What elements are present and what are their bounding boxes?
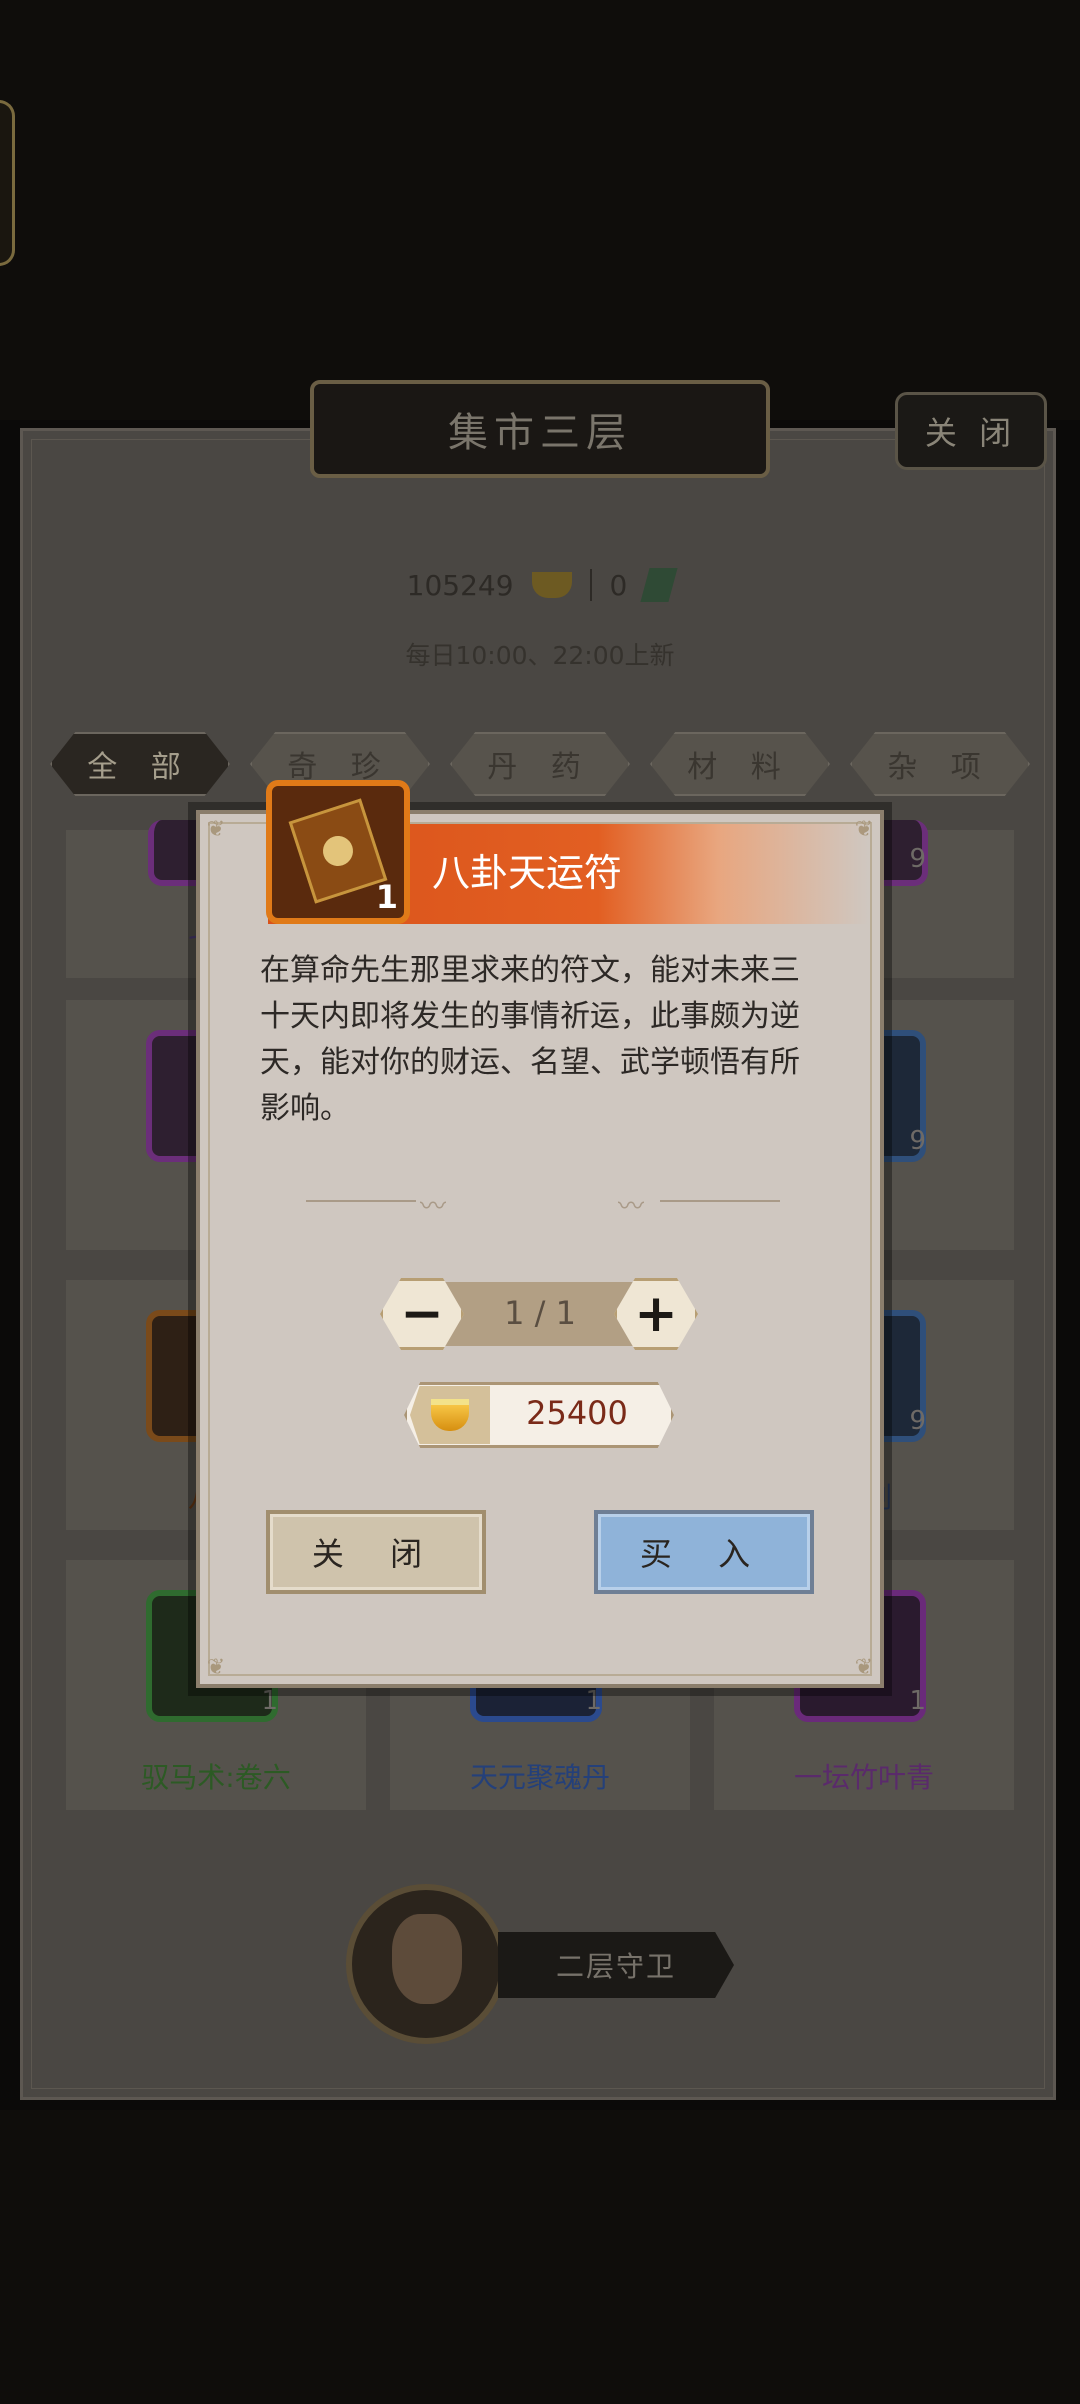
item-count: 9 (909, 844, 926, 874)
market-title: 集市三层 (448, 410, 632, 456)
side-ornament (0, 100, 15, 266)
background-top (0, 0, 1080, 420)
item-count: 1 (585, 1686, 602, 1716)
item-title: 八卦天运符 (432, 851, 623, 895)
refresh-note: 每日10:00、22:00上新 (405, 641, 675, 670)
divider-curl-left: 〰 (420, 1192, 447, 1222)
gold-ingot-icon (531, 572, 572, 598)
divider-curl-right: 〰 (618, 1192, 645, 1222)
tab-materials[interactable]: 材 料 (650, 732, 830, 796)
item-count: 1 (261, 1686, 278, 1716)
close-button[interactable]: 关 闭 (266, 1510, 486, 1594)
divider-right (660, 1200, 780, 1202)
guard-portrait (392, 1914, 462, 2004)
item-count: 1 (909, 1686, 926, 1716)
category-tabs: 全 部 奇 珍 丹 药 材 料 杂 项 (50, 732, 1030, 800)
tab-misc[interactable]: 杂 项 (850, 732, 1030, 796)
background-bottom (0, 2110, 1080, 2404)
corner-ornament: ❦ (206, 1655, 226, 1680)
currency-row: 105249 0 (0, 568, 1080, 602)
price-value: 25400 (526, 1394, 628, 1432)
item-description: 在算命先生那里求来的符文，能对未来三十天内即将发生的事情祈运，此事颇为逆天，能对… (260, 953, 800, 1126)
talisman-item-icon: 1 (266, 780, 410, 924)
corner-ornament: ❦ (206, 817, 226, 842)
price-icon-cell (410, 1386, 490, 1444)
tab-all[interactable]: 全 部 (50, 732, 230, 796)
jade-amount: 0 (609, 568, 628, 602)
guard-avatar[interactable] (346, 1884, 506, 2044)
talisman-icon (288, 798, 388, 904)
guard-label[interactable]: 二层守卫 (498, 1932, 734, 1998)
quantity-value: 1 / 1 (504, 1294, 576, 1332)
gold-ingot-icon (431, 1399, 469, 1431)
item-name: 天元聚魂丹 (469, 1761, 610, 1794)
yin-yang-icon (319, 832, 357, 870)
currency-separator (589, 569, 592, 601)
corner-ornament: ❦ (854, 1655, 874, 1680)
item-name: 一坛竹叶青 (793, 1761, 934, 1794)
market-title-plate: 集市三层 (310, 380, 770, 478)
gold-amount: 105249 (406, 568, 514, 602)
jade-icon (640, 568, 678, 602)
tab-pills[interactable]: 丹 药 (450, 732, 630, 796)
buy-button[interactable]: 买 入 (594, 1510, 814, 1594)
item-name: 驭马术:卷六 (141, 1761, 291, 1794)
market-close-button[interactable]: 关 闭 (895, 392, 1047, 470)
item-quantity: 1 (375, 878, 398, 916)
divider-left (306, 1200, 416, 1202)
item-count: 9 (909, 1406, 926, 1436)
item-count: 9 (909, 1126, 926, 1156)
